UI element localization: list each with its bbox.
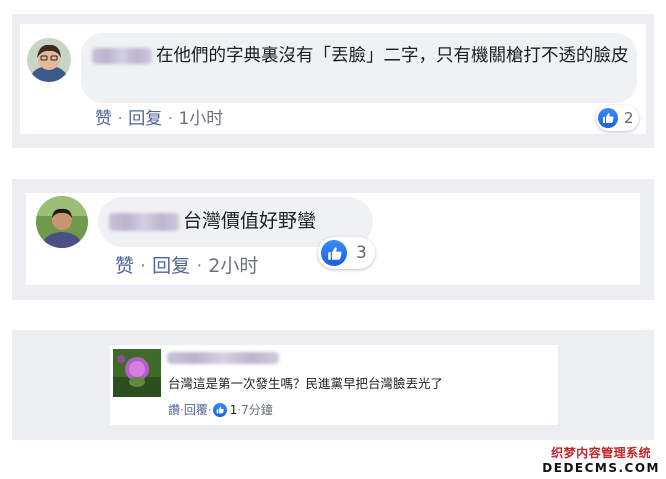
reaction-count[interactable]: 1: [230, 401, 238, 419]
author-name[interactable]: [109, 212, 179, 231]
like-reaction-icon: [321, 240, 347, 266]
avatar[interactable]: [113, 349, 161, 397]
reaction-count: 3: [356, 243, 367, 263]
like-link[interactable]: 赞: [115, 255, 134, 277]
reply-link[interactable]: 回复: [128, 109, 162, 129]
comment-text: 台灣這是第一次發生嗎？民進黨早把台灣臉丟光了: [168, 376, 444, 391]
reply-link[interactable]: 回覆: [184, 401, 208, 419]
comment-actions: 赞 · 回复 · 2小时: [115, 255, 259, 277]
timestamp[interactable]: 7分鐘: [241, 401, 273, 419]
comment-card-1: 在他們的字典裏沒有「丟臉」二字，只有機關槍打不透的臉皮 2 赞 · 回复 · 1…: [20, 24, 646, 134]
reaction-summary[interactable]: 2: [596, 105, 639, 131]
timestamp[interactable]: 2小时: [208, 255, 258, 277]
comment-panel-2: 台灣價值好野蠻 3 赞 · 回复 · 2小时: [12, 179, 654, 300]
like-reaction-icon: [212, 403, 227, 417]
reaction-count: 2: [624, 109, 634, 127]
timestamp[interactable]: 1小时: [178, 109, 223, 129]
like-link[interactable]: 讚: [168, 401, 180, 419]
watermark-url: DEDECMS.COM: [542, 460, 660, 475]
comment-text: 台灣價值好野蠻: [183, 210, 317, 232]
reaction-summary[interactable]: 3: [318, 237, 375, 269]
author-name[interactable]: [167, 352, 279, 364]
comment-actions: 赞 · 回复 · 1小时: [95, 109, 224, 129]
site-watermark: 织梦内容管理系统 DEDECMS.COM: [542, 446, 660, 475]
comment-panel-1: 在他們的字典裏沒有「丟臉」二字，只有機關槍打不透的臉皮 2 赞 · 回复 · 1…: [12, 14, 654, 148]
like-reaction-icon: [598, 108, 618, 128]
watermark-title: 织梦内容管理系统: [551, 446, 652, 461]
comment-bubble: 在他們的字典裏沒有「丟臉」二字，只有機關槍打不透的臉皮: [81, 33, 637, 103]
reply-link[interactable]: 回复: [152, 255, 190, 277]
avatar[interactable]: [36, 196, 88, 248]
comment-actions: 讚 · 回覆 · 1 · 7分鐘: [168, 401, 273, 419]
comment-text: 在他們的字典裏沒有「丟臉」二字，只有機關槍打不透的臉皮: [156, 46, 629, 66]
comment-card-2: 台灣價值好野蠻 3 赞 · 回复 · 2小时: [26, 193, 640, 285]
comment-card-3: 台灣這是第一次發生嗎？民進黨早把台灣臉丟光了 讚 · 回覆 · 1 · 7分鐘: [110, 345, 558, 425]
author-name[interactable]: [92, 48, 152, 64]
avatar[interactable]: [27, 38, 71, 82]
like-link[interactable]: 赞: [95, 109, 112, 129]
comment-panel-3: 台灣這是第一次發生嗎？民進黨早把台灣臉丟光了 讚 · 回覆 · 1 · 7分鐘: [12, 330, 654, 440]
